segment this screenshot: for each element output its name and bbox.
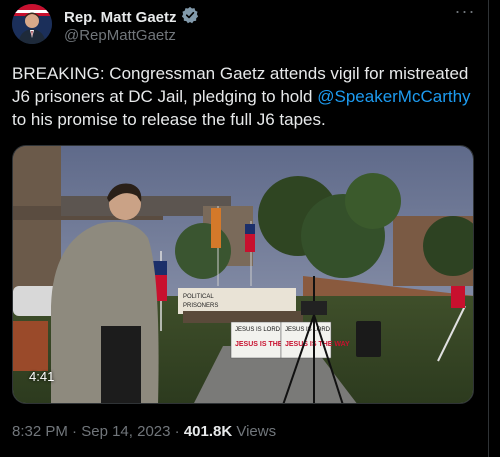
mention-link[interactable]: @SpeakerMcCarthy [317, 87, 470, 106]
banner-text-2: PRISONERS [183, 303, 218, 309]
author-name-row[interactable]: Rep. Matt Gaetz [64, 6, 199, 29]
meta-separator-2: · [174, 423, 180, 440]
views-count: 401.8K [183, 423, 233, 440]
sign-right-bottom: JESUS IS THE WAY [285, 341, 350, 348]
more-options-icon[interactable]: ··· [452, 2, 478, 24]
sign-left-top: JESUS IS LORD [235, 327, 281, 333]
author-name[interactable]: Rep. Matt Gaetz [64, 9, 177, 26]
video-player[interactable]: POLITICAL PRISONERS JESUS IS LORD JESUS … [12, 145, 474, 404]
views-label: Views [236, 423, 277, 440]
tweet-meta: 8:32 PM · Sep 14, 2023 · 401.8K Views [12, 423, 276, 440]
post-time[interactable]: 8:32 PM [12, 423, 68, 440]
post-date[interactable]: Sep 14, 2023 [81, 423, 170, 440]
tweet: Rep. Matt Gaetz @RepMattGaetz ··· BREAKI… [0, 0, 489, 457]
tweet-text: BREAKING: Congressman Gaetz attends vigi… [12, 62, 482, 131]
tweet-text-part-2: to his promise to release the full J6 ta… [12, 110, 326, 129]
banner-text-1: POLITICAL [183, 294, 214, 300]
video-duration: 4:41 [29, 369, 55, 384]
verified-badge-icon [181, 6, 199, 29]
video-frame: POLITICAL PRISONERS JESUS IS LORD JESUS … [13, 146, 473, 403]
scrollbar[interactable] [490, 0, 500, 457]
avatar[interactable] [12, 4, 52, 44]
meta-separator: · [72, 423, 78, 440]
author-handle[interactable]: @RepMattGaetz [64, 27, 176, 44]
